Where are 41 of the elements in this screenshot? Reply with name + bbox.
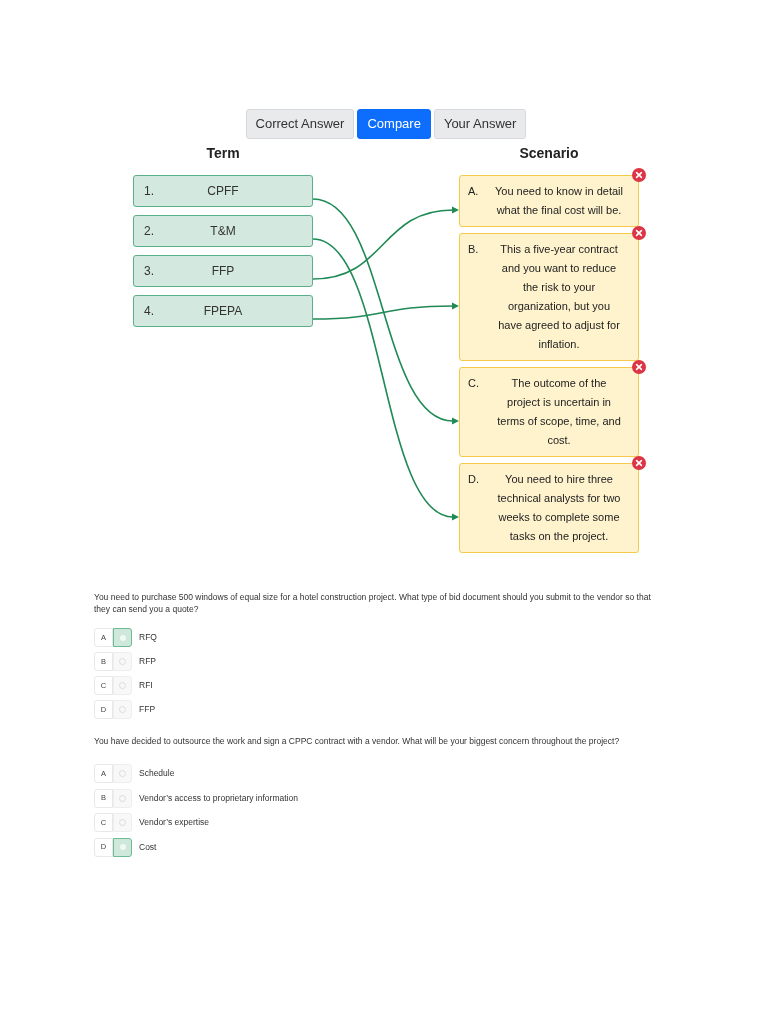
- scenario-letter: C.: [468, 376, 480, 391]
- option-label: RFI: [139, 679, 153, 692]
- scenario-letter: B.: [468, 242, 480, 257]
- term-card[interactable]: 1. CPFF: [133, 175, 313, 207]
- radio-button[interactable]: [113, 628, 132, 647]
- scenario-text: You need to know in detail what the final cost will be.: [494, 184, 624, 218]
- term-label: T&M: [210, 223, 236, 240]
- scenario-card[interactable]: C. The outcome of the project is uncertain in terms of scope, time, and cost.: [459, 367, 639, 457]
- option-label: Vendor’s access to proprietary information: [139, 791, 298, 805]
- option-label: Cost: [139, 840, 157, 854]
- scenario-card[interactable]: A. You need to know in detail what the final cost will be.: [459, 175, 639, 227]
- term-card[interactable]: 3. FFP: [133, 255, 313, 287]
- option-label: RFP: [139, 655, 156, 668]
- option-label: Schedule: [139, 767, 175, 780]
- term-number: 2.: [144, 223, 155, 240]
- question-text: You have decided to outsource the work and sign a CPPC contract with a vendor. What will be your biggest concern throughout the project?: [94, 735, 621, 747]
- view-tab[interactable]: Your Answer: [433, 109, 527, 139]
- term-card[interactable]: 4. FPEPA: [133, 295, 313, 327]
- term-number: 4.: [144, 303, 155, 320]
- column-heading: Scenario: [519, 145, 579, 161]
- scenario-letter: D.: [468, 472, 480, 487]
- scenario-text: The outcome of the project is uncertain in terms of scope, time, and cost.: [496, 376, 622, 448]
- term-card[interactable]: 2. T&M: [133, 215, 313, 247]
- option-label: FFP: [139, 703, 156, 716]
- question-text: You need to purchase 500 windows of equal size for a hotel construction project. What type of bid document should you submit to the vendor so that they can send you a quote?: [94, 591, 652, 615]
- scenario-text: This a five-year contract and you want to reduce the risk to your organization, but you have agreed to adjust for inflation.: [497, 242, 621, 352]
- term-label: FPEPA: [203, 303, 243, 320]
- view-tab[interactable]: Compare: [357, 109, 431, 139]
- option-label: Vendor’s expertise: [139, 816, 210, 829]
- term-number: 1.: [144, 183, 155, 200]
- scenario-card[interactable]: D. You need to hire three technical analysts for two weeks to complete some tasks on the project.: [459, 463, 639, 553]
- term-label: FFP: [211, 263, 235, 280]
- scenario-text: You need to hire three technical analysts for two weeks to complete some tasks on the project.: [496, 472, 622, 544]
- term-number: 3.: [144, 263, 155, 280]
- option-label: RFQ: [139, 631, 157, 644]
- column-heading: Term: [206, 145, 240, 161]
- term-label: CPFF: [207, 183, 239, 200]
- view-tab[interactable]: Correct Answer: [245, 109, 355, 139]
- scenario-letter: A.: [468, 184, 480, 199]
- radio-button[interactable]: [113, 837, 132, 857]
- scenario-card[interactable]: B. This a five-year contract and you want to reduce the risk to your organization, but you have agreed to adjust for inflation.: [459, 233, 639, 361]
